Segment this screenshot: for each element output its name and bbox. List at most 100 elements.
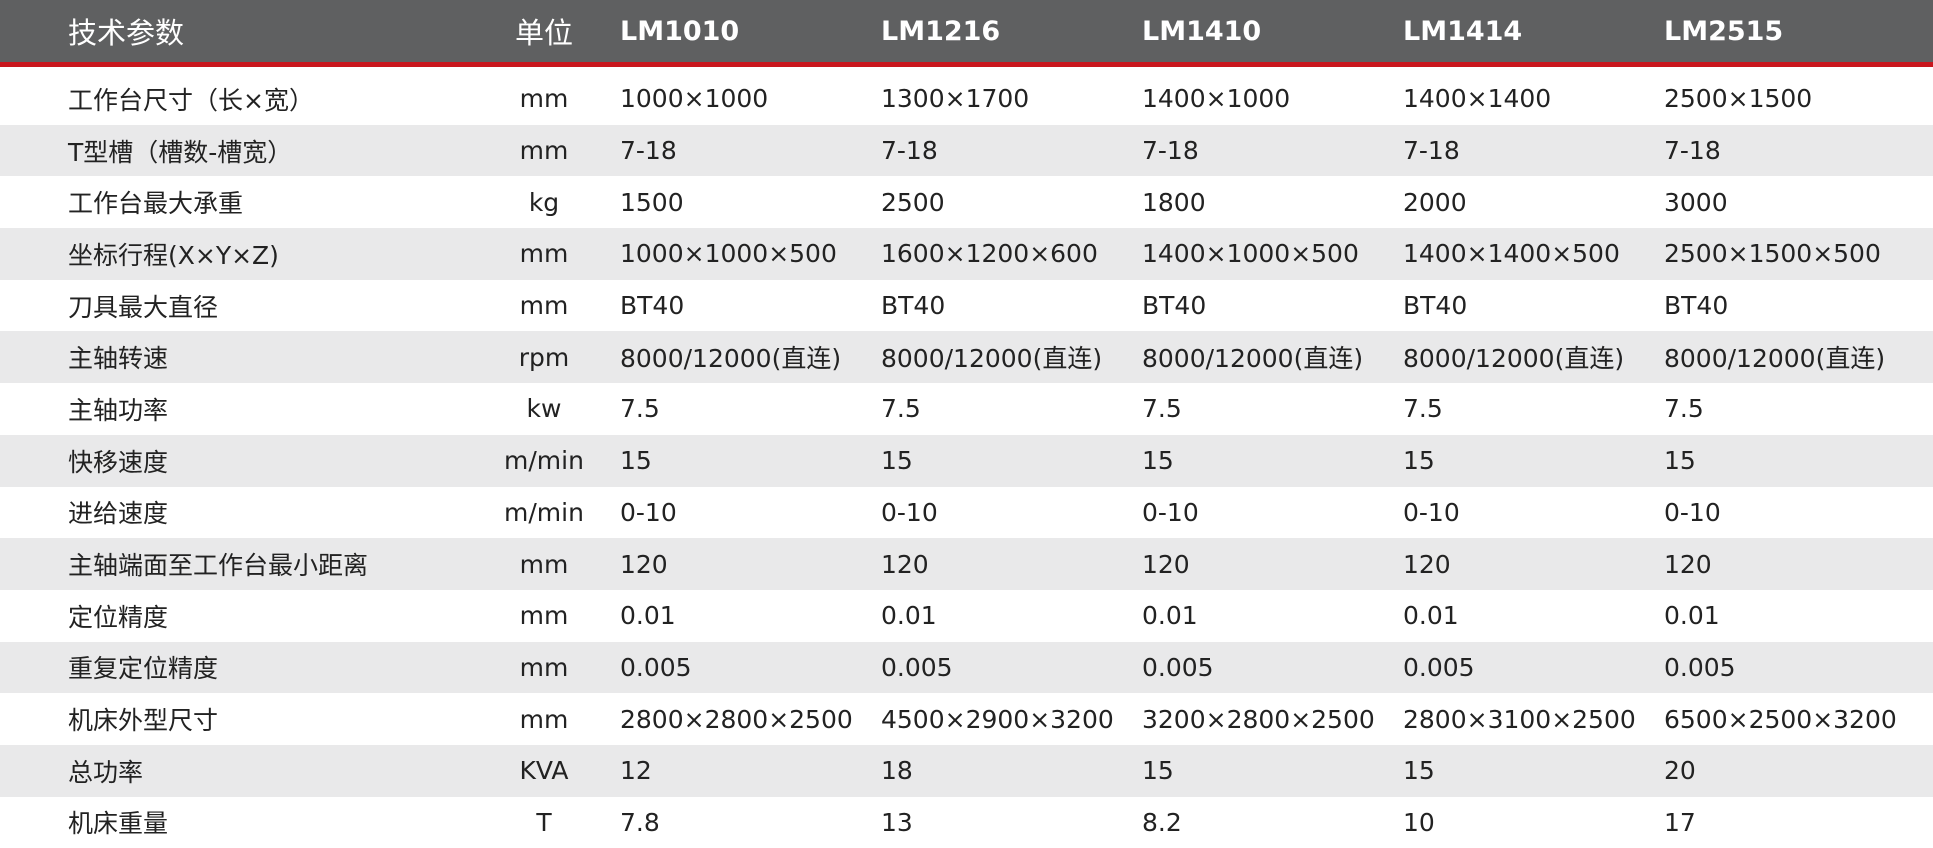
table-row: T型槽（槽数-槽宽） mm 7-18 7-18 7-18 7-18 7-18 [0,124,1933,177]
value-cell: 1600×1200×600 [881,239,1098,269]
value-cell: 0.01 [1142,601,1198,631]
value-cell: 7-18 [1142,136,1199,166]
value-cell: 15 [881,446,913,476]
value-cell: 12 [620,756,652,786]
value-cell: 20 [1664,756,1696,786]
value-cell: 13 [881,807,913,837]
value-cell: 0.005 [1664,652,1736,682]
table-row: 主轴功率 kw 7.5 7.5 7.5 7.5 7.5 [0,383,1933,435]
value-cell: 15 [1403,756,1435,786]
value-cell: 120 [1142,549,1190,579]
value-cell: BT40 [1403,291,1468,321]
unit-cell: m/min [504,497,584,527]
value-cell: 7-18 [620,136,677,166]
value-cell: 6500×2500×3200 [1664,704,1897,734]
value-cell: 7-18 [1664,136,1721,166]
value-cell: 3200×2800×2500 [1142,704,1375,734]
table-row: 快移速度 m/min 15 15 15 15 15 [0,434,1933,487]
value-cell: 7.5 [1142,394,1182,424]
value-cell: BT40 [1142,291,1207,321]
value-cell: 18 [881,756,913,786]
header-model: LM1216 [881,15,1001,47]
value-cell: 1400×1400 [1403,84,1552,114]
value-cell: 7-18 [881,136,938,166]
value-cell: 2800×3100×2500 [1403,704,1636,734]
table-row: 工作台尺寸（长×宽） mm 1000×1000 1300×1700 1400×1000 1… [0,73,1933,125]
value-cell: 8000/12000(直连) [620,344,842,374]
value-cell: 0.01 [881,601,937,631]
unit-cell: rpm [518,342,570,372]
param-cell: 机床重量 [68,809,169,839]
param-cell: 主轴端面至工作台最小距离 [68,551,369,581]
header-model: LM1410 [1142,15,1262,47]
value-cell: 2800×2800×2500 [620,704,853,734]
header-model: LM1010 [620,15,740,47]
spec-table: 技术参数 单位 LM1010 LM1216 LM1410 LM1414 LM25… [0,0,1933,848]
table-row: 主轴端面至工作台最小距离 mm 120 120 120 120 120 [0,538,1933,590]
value-cell: 0-10 [881,497,938,527]
table-row: 总功率 KVA 12 18 15 15 20 [0,744,1933,797]
value-cell: 8000/12000(直连) [1403,344,1625,374]
value-cell: 15 [1664,446,1696,476]
value-cell: 0-10 [1664,497,1721,527]
value-cell: 1500 [620,187,684,217]
param-cell: 刀具最大直径 [68,292,219,322]
unit-cell: mm [519,291,569,321]
value-cell: 120 [881,549,929,579]
value-cell: 8000/12000(直连) [1142,344,1364,374]
param-cell: 总功率 [68,757,144,787]
value-cell: 1400×1400×500 [1403,239,1620,269]
header-param: 技术参数 [68,16,185,50]
param-cell: 工作台尺寸（长×宽） [68,85,314,115]
value-cell: 2500×1500 [1664,84,1813,114]
table-row: 工作台最大承重 kg 1500 2500 1800 2000 3000 [0,176,1933,229]
header-model: LM1414 [1403,15,1523,47]
value-cell: 2500 [881,187,945,217]
header-unit: 单位 [514,16,573,50]
value-cell: 1000×1000×500 [620,239,837,269]
value-cell: 1300×1700 [881,84,1030,114]
value-cell: BT40 [881,291,946,321]
value-cell: 0.005 [881,652,953,682]
param-cell: 工作台最大承重 [68,189,244,219]
value-cell: BT40 [1664,291,1729,321]
table-row: 进给速度 m/min 0-10 0-10 0-10 0-10 0-10 [0,486,1933,539]
value-cell: 2000 [1403,187,1467,217]
param-cell: T型槽（槽数-槽宽） [68,137,293,167]
unit-cell: mm [519,84,569,114]
value-cell: 15 [1142,756,1174,786]
unit-cell: kg [528,187,560,217]
value-cell: 7.8 [620,807,660,837]
value-cell: 8000/12000(直连) [881,344,1103,374]
table-body: 工作台尺寸（长×宽） mm 1000×1000 1300×1700 1400×1000 1… [0,67,1933,848]
value-cell: 1800 [1142,187,1206,217]
param-cell: 定位精度 [68,602,169,632]
table-row: 定位精度 mm 0.01 0.01 0.01 0.01 0.01 [0,589,1933,642]
value-cell: 7.5 [1403,394,1443,424]
value-cell: 1400×1000 [1142,84,1291,114]
value-cell: 0.01 [620,601,676,631]
unit-cell: mm [519,549,569,579]
table-row: 机床重量 T 7.8 13 8.2 10 17 [0,796,1933,848]
table-row: 刀具最大直径 mm BT40 BT40 BT40 BT40 BT40 [0,279,1933,332]
unit-cell: KVA [519,756,569,786]
table-header: 技术参数 单位 LM1010 LM1216 LM1410 LM1414 LM25… [0,0,1933,67]
param-cell: 主轴转速 [68,344,169,374]
value-cell: 1000×1000 [620,84,769,114]
value-cell: 7.5 [1664,394,1704,424]
table-row: 机床外型尺寸 mm 2800×2800×2500 4500×2900×3200 3200… [0,693,1933,745]
header-model: LM2515 [1664,15,1784,47]
unit-cell: T [536,807,552,837]
table-row: 重复定位精度 mm 0.005 0.005 0.005 0.005 0.005 [0,641,1933,694]
value-cell: 17 [1664,807,1696,837]
value-cell: 7-18 [1403,136,1460,166]
value-cell: 120 [1664,549,1712,579]
unit-cell: mm [519,136,569,166]
value-cell: 2500×1500×500 [1664,239,1881,269]
value-cell: 10 [1403,807,1435,837]
param-cell: 机床外型尺寸 [68,706,219,736]
param-cell: 重复定位精度 [68,654,219,684]
param-cell: 快移速度 [68,447,169,477]
value-cell: 7.5 [881,394,921,424]
value-cell: 0-10 [1142,497,1199,527]
